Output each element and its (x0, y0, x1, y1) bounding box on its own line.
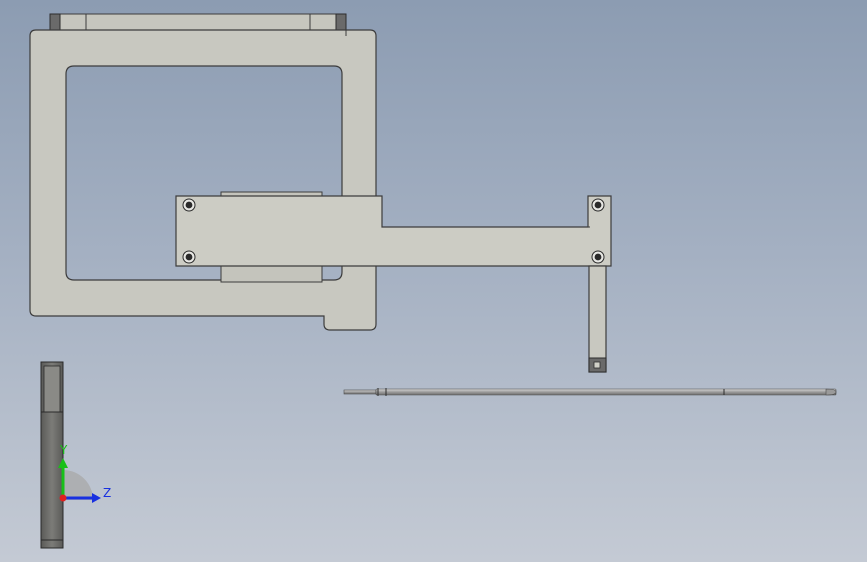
orientation-triad: Y Z (58, 443, 111, 503)
screw-icon (182, 250, 196, 264)
x-axis-icon (59, 494, 67, 502)
pin-rod[interactable] (343, 388, 837, 396)
z-axis-label: Z (103, 486, 111, 500)
screw-icon (182, 198, 196, 212)
vertical-post[interactable] (588, 265, 607, 373)
screw-icon (591, 250, 605, 264)
mounting-arm[interactable] (175, 195, 612, 267)
rectangular-frame[interactable] (29, 29, 377, 331)
y-axis-label: Y (59, 443, 68, 457)
screw-icon (591, 198, 605, 212)
cad-scene[interactable]: Y Z (0, 0, 867, 562)
cad-viewport[interactable]: Y Z (0, 0, 867, 562)
